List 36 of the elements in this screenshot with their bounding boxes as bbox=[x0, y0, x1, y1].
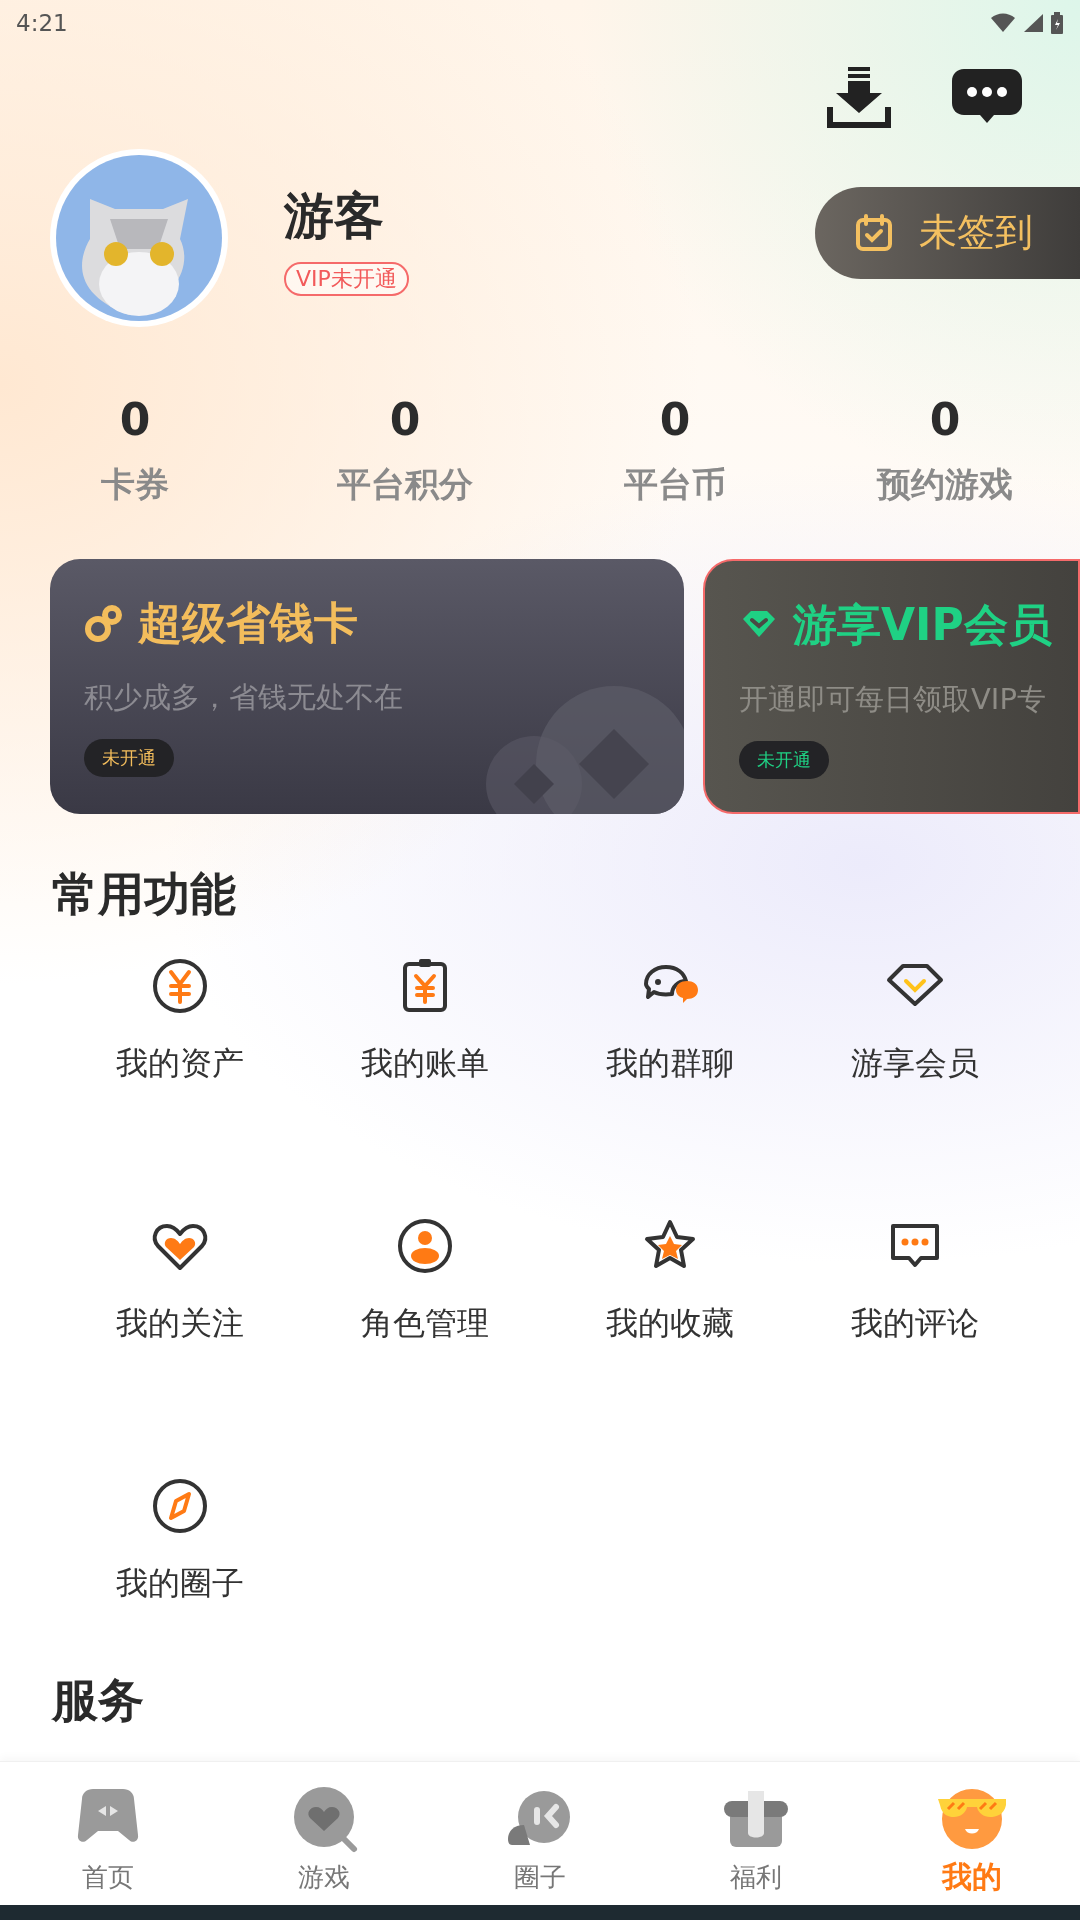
card-title: 超级省钱卡 bbox=[138, 597, 358, 649]
nav-tab[interactable]: 福利 bbox=[648, 1762, 864, 1905]
calendar-check-icon bbox=[855, 213, 893, 252]
card-status-badge: 未开通 bbox=[739, 741, 829, 779]
function-item[interactable]: 我的关注 bbox=[57, 1214, 302, 1346]
function-item[interactable]: 角色管理 bbox=[302, 1214, 547, 1346]
nav-tab[interactable]: 圈子 bbox=[432, 1762, 648, 1905]
user-name: 游客 bbox=[284, 185, 384, 246]
function-item[interactable]: 我的资产 bbox=[57, 954, 302, 1086]
card-status-badge: 未开通 bbox=[84, 739, 174, 777]
download-icon[interactable] bbox=[826, 67, 892, 129]
stat-value: 0 bbox=[119, 395, 151, 445]
card-subtitle: 积少成多，省钱无处不在 bbox=[84, 679, 403, 716]
status-time: 4:21 bbox=[16, 10, 68, 36]
sign-in-button[interactable]: 未签到 bbox=[815, 186, 1080, 279]
function-item[interactable]: 我的评论 bbox=[792, 1214, 1037, 1346]
nav-tab[interactable]: 游戏 bbox=[216, 1762, 432, 1905]
function-item[interactable]: 我的账单 bbox=[302, 954, 547, 1086]
signal-icon bbox=[1022, 13, 1044, 33]
stat-value: 0 bbox=[659, 395, 691, 445]
battery-icon bbox=[1050, 12, 1064, 34]
function-item[interactable]: 我的圈子 bbox=[57, 1474, 302, 1606]
function-item[interactable]: 游享会员 bbox=[792, 954, 1037, 1086]
function-item[interactable]: 我的群聊 bbox=[547, 954, 792, 1086]
wifi-icon bbox=[990, 13, 1016, 33]
savings-card[interactable]: 超级省钱卡 积少成多，省钱无处不在 未开通 bbox=[50, 559, 684, 814]
stat-value: 0 bbox=[929, 395, 961, 445]
section-title: 常用功能 bbox=[51, 866, 237, 922]
section-title: 服务 bbox=[50, 1672, 145, 1728]
link-icon bbox=[84, 603, 124, 643]
stat-value: 0 bbox=[389, 395, 421, 445]
card-subtitle: 开通即可每日领取VIP专 bbox=[739, 681, 1046, 718]
vip-card[interactable]: 游享VIP会员 开通即可每日领取VIP专 未开通 bbox=[703, 559, 1080, 814]
function-item[interactable]: 我的收藏 bbox=[547, 1214, 792, 1346]
card-title: 游享VIP会员 bbox=[793, 599, 1052, 651]
nav-tab[interactable]: 首页 bbox=[0, 1762, 216, 1905]
